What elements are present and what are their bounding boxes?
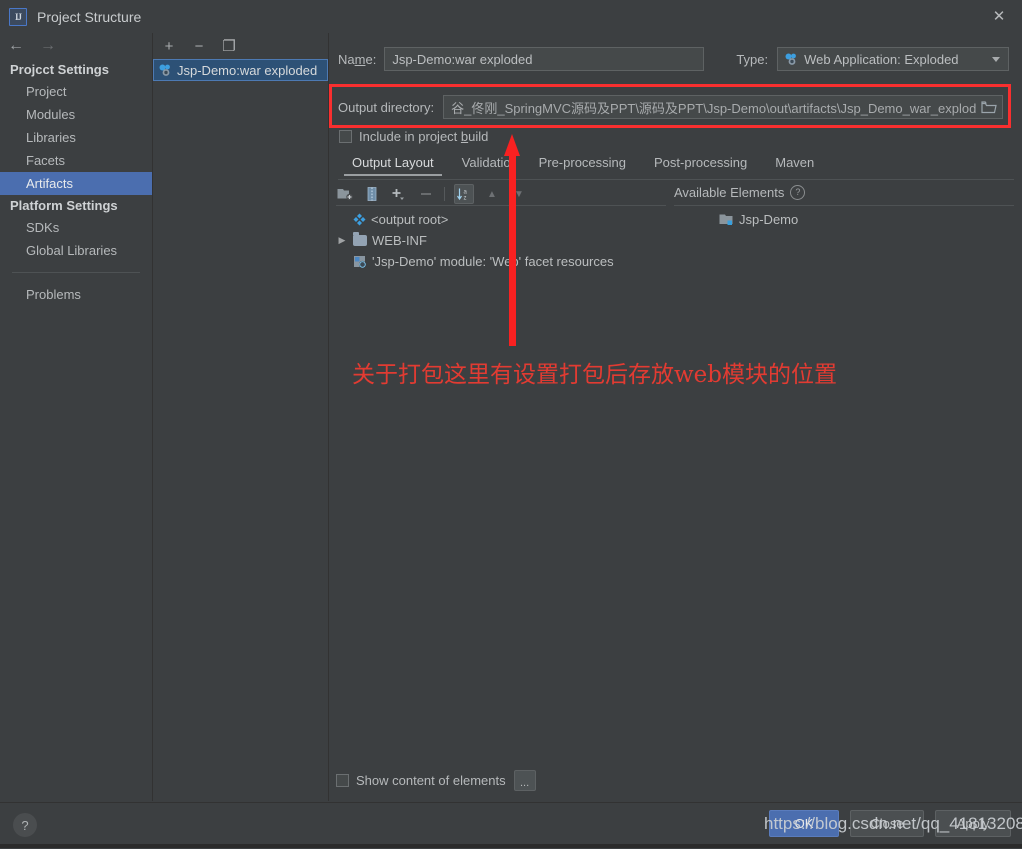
sidebar-item-artifacts[interactable]: Artifacts: [0, 172, 152, 195]
show-content-of-elements-box[interactable]: [336, 774, 349, 787]
help-button[interactable]: ?: [13, 813, 37, 837]
sidebar-divider: [12, 272, 140, 273]
sidebar-navigation: ← →: [0, 33, 152, 59]
name-label: Name:: [338, 51, 377, 67]
output-directory-value: 谷_佟刚_SpringMVC源码及PPT\源码及PPT\Jsp-Demo\out…: [451, 100, 977, 116]
output-layout-toolbar: a z ▲ ▼: [336, 183, 666, 206]
forward-arrow-icon[interactable]: →: [40, 38, 56, 54]
type-select-value: Web Application: Exploded: [804, 51, 959, 67]
tab-post-processing[interactable]: Post-processing: [640, 153, 761, 176]
show-content-row: Show content of elements ...: [336, 770, 536, 791]
add-element-icon[interactable]: [390, 185, 408, 203]
available-elements-header: Available Elements ?: [674, 185, 1014, 206]
remove-element-icon[interactable]: [417, 185, 435, 203]
bottom-strip: [0, 844, 1022, 848]
ok-button[interactable]: OK: [769, 810, 839, 837]
output-layout-tree: <output root> ▶ WEB-INF 'Jsp-Demo' modul…: [336, 209, 666, 272]
sidebar-item-facets[interactable]: Facets: [0, 149, 152, 172]
available-element-jsp-demo[interactable]: Jsp-Demo: [674, 209, 1014, 230]
remove-artifact-icon[interactable]: −: [191, 38, 207, 54]
artifacts-toolbar: + − ❐: [153, 33, 328, 59]
sidebar-item-global-libraries[interactable]: Global Libraries: [0, 239, 152, 262]
sidebar-group-project-settings: Projcct Settings: [10, 62, 109, 77]
artifact-list-item-label: Jsp-Demo:war exploded: [177, 62, 318, 78]
tree-expand-twisty-icon[interactable]: ▶: [336, 235, 348, 246]
artifact-icon: [159, 64, 170, 76]
tree-row-label: WEB-INF: [372, 233, 427, 248]
add-artifact-icon[interactable]: +: [161, 38, 177, 54]
show-content-of-elements-label: Show content of elements: [356, 773, 506, 788]
web-application-icon: [785, 53, 797, 65]
chevron-down-icon: [992, 56, 1001, 62]
output-directory-row: Output directory: 谷_佟刚_SpringMVC源码及PPT\源…: [338, 95, 1014, 119]
sidebar-item-problems[interactable]: Problems: [0, 283, 152, 306]
folder-icon: [353, 232, 367, 246]
include-in-project-build-box[interactable]: [339, 130, 352, 143]
tree-row-label: <output root>: [371, 212, 449, 227]
copy-artifact-icon[interactable]: ❐: [221, 38, 237, 54]
sidebar-item-modules[interactable]: Modules: [0, 103, 152, 126]
add-directory-icon[interactable]: [336, 185, 354, 203]
annotation-text: 关于打包这里有设置打包后存放web模块的位置: [352, 362, 838, 388]
name-input[interactable]: Jsp-Demo:war exploded: [384, 47, 705, 71]
sidebar-item-libraries[interactable]: Libraries: [0, 126, 152, 149]
sidebar-group-platform-settings: Platform Settings: [10, 198, 118, 213]
tree-row-output-root[interactable]: <output root>: [336, 209, 666, 230]
output-directory-label: Output directory:: [338, 99, 435, 115]
apply-button[interactable]: Apply: [935, 810, 1011, 837]
tree-row-web-inf[interactable]: ▶ WEB-INF: [336, 230, 666, 251]
window-title: Project Structure: [37, 8, 142, 25]
available-elements-list: Jsp-Demo: [674, 209, 1014, 230]
name-type-row: Name: Jsp-Demo:war exploded Type: Web Ap…: [338, 47, 1014, 71]
back-arrow-icon[interactable]: ←: [8, 38, 24, 54]
include-in-project-build-checkbox[interactable]: Include in project build: [339, 129, 488, 144]
tab-output-layout[interactable]: Output Layout: [338, 153, 448, 176]
app-logo-icon: IJ: [9, 7, 27, 26]
close-icon[interactable]: ✕: [976, 0, 1022, 32]
type-label: Type:: [736, 51, 769, 67]
artifact-editor-panel: Name: Jsp-Demo:war exploded Type: Web Ap…: [329, 33, 1022, 801]
artifact-list-item-jsp-demo-war-exploded[interactable]: Jsp-Demo:war exploded: [153, 59, 328, 81]
output-directory-input[interactable]: 谷_佟刚_SpringMVC源码及PPT\源码及PPT\Jsp-Demo\out…: [443, 95, 1004, 119]
editor-tabs: Output Layout Validatio Pre-processing P…: [338, 153, 1014, 180]
sort-alphabetically-icon[interactable]: a z: [454, 184, 474, 204]
help-icon[interactable]: ?: [790, 185, 806, 200]
title-bar: IJ Project Structure ✕: [0, 0, 1022, 34]
include-in-project-build-label: Include in project build: [359, 129, 489, 144]
show-content-of-elements-checkbox[interactable]: Show content of elements: [336, 773, 506, 788]
module-icon: [719, 214, 733, 225]
toolbar-divider: [444, 187, 445, 201]
available-elements-title: Available Elements: [674, 185, 785, 200]
more-options-button[interactable]: ...: [513, 770, 536, 791]
available-element-label: Jsp-Demo: [739, 212, 799, 227]
web-facet-resources-icon: [354, 255, 367, 268]
svg-text:z: z: [464, 196, 467, 202]
sidebar-item-sdks[interactable]: SDKs: [0, 216, 152, 239]
tab-pre-processing[interactable]: Pre-processing: [525, 153, 640, 176]
close-button[interactable]: Close: [850, 810, 924, 837]
add-archive-icon[interactable]: [363, 185, 381, 203]
browse-folder-icon[interactable]: [981, 100, 997, 117]
type-select[interactable]: Web Application: Exploded: [777, 47, 1010, 71]
tree-row-label: 'Jsp-Demo' module: 'Web' facet resources: [372, 254, 614, 269]
tree-row-jsp-demo-facet-resources[interactable]: 'Jsp-Demo' module: 'Web' facet resources: [336, 251, 666, 272]
artifact-root-icon: [353, 213, 366, 226]
sidebar-item-project[interactable]: Project: [0, 80, 152, 103]
tab-maven[interactable]: Maven: [761, 153, 828, 176]
settings-sidebar: ← → Projcct Settings Project Modules Lib…: [0, 33, 153, 801]
annotation-arrow-icon: [504, 134, 520, 346]
move-up-icon[interactable]: ▲: [483, 185, 501, 203]
artifacts-list-panel: + − ❐ Jsp-Demo:war exploded: [153, 33, 329, 801]
